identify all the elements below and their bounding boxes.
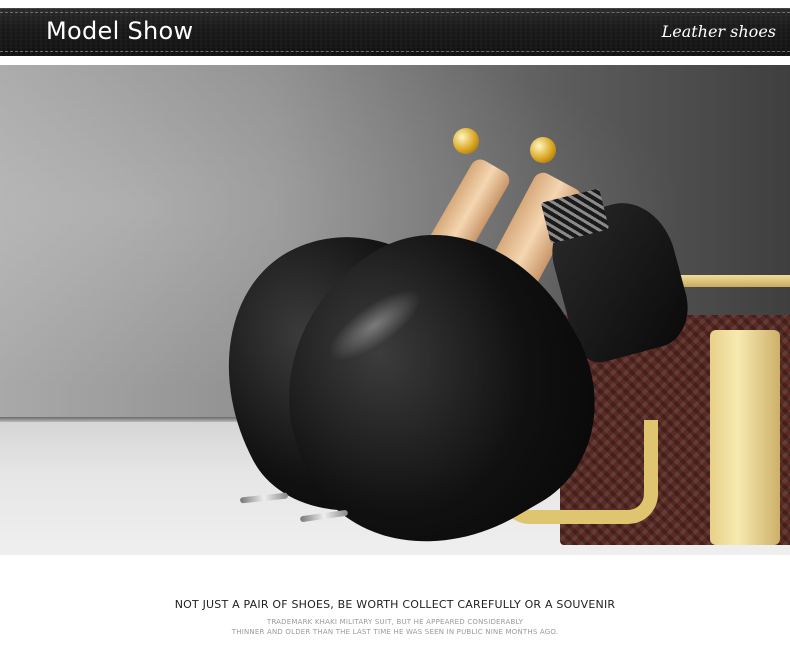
shoe-tree-knob-right	[530, 137, 556, 163]
caption-main: NOT JUST A PAIR OF SHOES, BE WORTH COLLE…	[174, 598, 616, 611]
header-stitch-bottom	[0, 51, 790, 52]
header-bar: Model Show Leather shoes	[0, 8, 790, 56]
section-header: Model Show Leather shoes	[0, 0, 790, 65]
section-subtitle: Leather shoes	[661, 22, 776, 41]
section-title: Model Show	[46, 17, 194, 45]
header-stitch-top	[0, 12, 790, 13]
briefcase-lid-edge	[710, 330, 780, 545]
product-photo	[0, 65, 790, 555]
shoe-tree-knob-left	[453, 128, 479, 154]
caption-line-2: THINNER AND OLDER THAN THE LAST TIME HE …	[231, 628, 559, 636]
product-page: Model Show Leather shoes NOT JUST A PAIR…	[0, 0, 790, 670]
caption-line-1: TRADEMARK KHAKI MILITARY SUIT, BUT HE AP…	[266, 618, 524, 626]
